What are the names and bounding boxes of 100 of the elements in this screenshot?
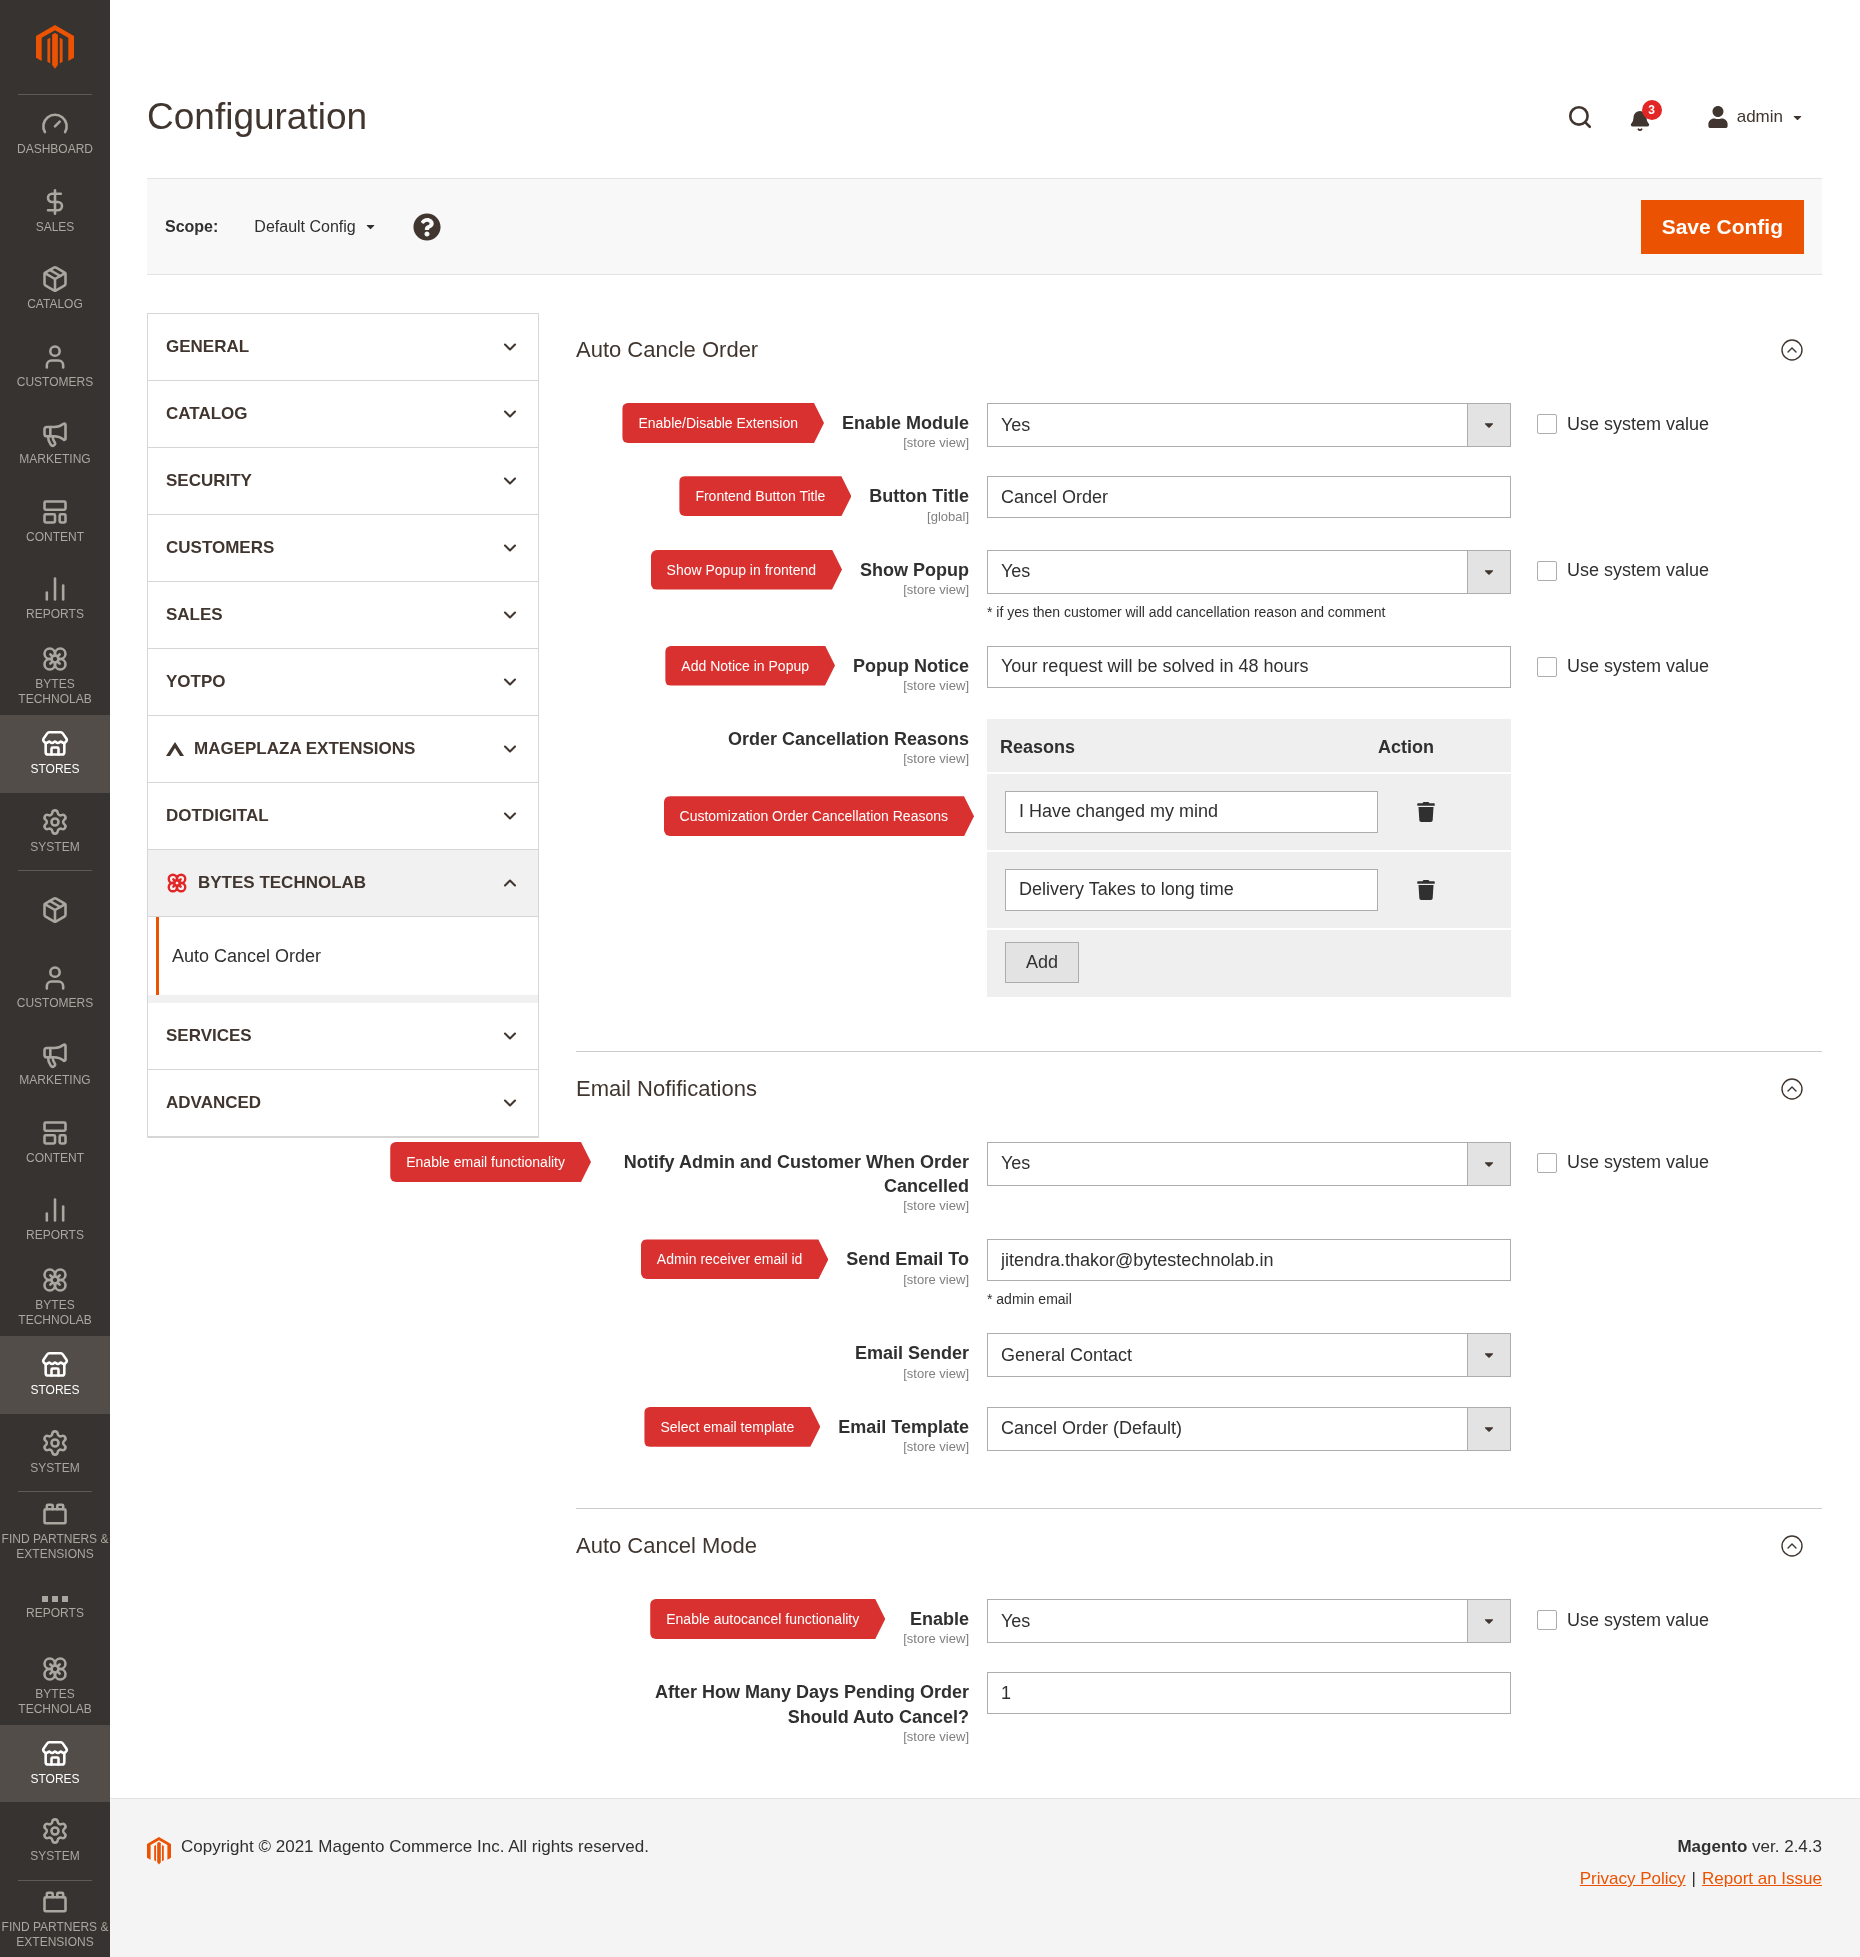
select-field[interactable]: Yes	[987, 549, 1511, 594]
checkbox-label: Use system value	[1567, 560, 1710, 582]
flower-icon	[166, 872, 188, 894]
sidebar-item[interactable]: CUSTOMERS	[0, 327, 110, 405]
checkbox[interactable]	[1537, 656, 1557, 677]
checkbox[interactable]	[1537, 414, 1557, 434]
text-field[interactable]: jitendra.thakor@bytestechnolab.in	[987, 1239, 1511, 1282]
text-field[interactable]: 1	[987, 1672, 1511, 1715]
sidebar-item[interactable]: SYSTEM	[0, 1413, 110, 1491]
separator-text: |	[1691, 1868, 1696, 1889]
sidebar-item[interactable]: SYSTEM	[0, 792, 110, 870]
sidebar-item[interactable]: BYTES TECHNOLAB	[0, 637, 110, 715]
field-label: Email Template	[838, 1415, 969, 1439]
field-label: After How Many Days Pending Order Should Auto Cancel?	[653, 1681, 969, 1729]
select-field[interactable]: General Contact	[987, 1333, 1511, 1378]
megaphone-icon	[41, 1041, 69, 1070]
sidebar-item[interactable]: CATALOG	[0, 250, 110, 328]
checkbox[interactable]	[1537, 1152, 1557, 1173]
box-icon	[41, 265, 69, 294]
megaphone-icon	[41, 420, 69, 449]
scope-label: [store view]	[903, 1439, 969, 1455]
notification-count: 3	[1641, 100, 1662, 120]
sidebar-item[interactable]: MARKETING	[0, 1026, 110, 1104]
collapse-button[interactable]	[1780, 1534, 1804, 1559]
checkbox[interactable]	[1537, 1610, 1557, 1631]
sidebar-item[interactable]: BYTES TECHNOLAB	[0, 1647, 110, 1725]
scope-label: [store view]	[903, 435, 969, 451]
select-field[interactable]: Cancel Order (Default)	[987, 1406, 1511, 1451]
field-label: Send Email To	[846, 1248, 969, 1272]
text-field[interactable]: Cancel Order	[987, 476, 1511, 519]
user-menu[interactable]: admin	[1700, 105, 1810, 129]
scope-label: [store view]	[903, 677, 969, 693]
sidebar-item[interactable]: STORES	[0, 1336, 110, 1414]
nav-item[interactable]: BYTES TECHNOLAB	[148, 850, 538, 917]
reason-field[interactable]: I Have changed my mind	[1005, 790, 1378, 833]
notifications-button[interactable]: 3	[1628, 100, 1665, 134]
column-header: Action	[1378, 736, 1435, 758]
callout-tag: Select email template	[644, 1406, 821, 1447]
field-label: Show Popup	[860, 558, 969, 582]
scope-label: [store view]	[903, 1271, 969, 1287]
sidebar-item[interactable]: BYTES TECHNOLAB	[0, 1258, 110, 1336]
callout-tag: Customization Order Cancellation Reasons	[663, 796, 974, 837]
column-header: Reasons	[1000, 736, 1077, 758]
trash-icon	[1416, 879, 1436, 900]
sidebar-item[interactable]: DASHBOARD	[0, 95, 110, 173]
callout-tag: Frontend Button Title	[679, 476, 852, 517]
save-button[interactable]: Save Config	[1640, 199, 1804, 254]
sidebar-item[interactable]: STORES	[0, 1724, 110, 1802]
select-field[interactable]: Yes	[987, 1141, 1511, 1186]
collapse-button[interactable]	[1780, 1076, 1804, 1101]
sidebar-item[interactable]: REPORTS	[0, 560, 110, 638]
nav-subitem[interactable]: Auto Cancel Order	[156, 917, 538, 995]
flower-icon	[41, 1654, 69, 1683]
flower-icon	[41, 645, 69, 674]
reason-field[interactable]: Delivery Takes to long time	[1005, 868, 1378, 911]
scope-label: [global]	[927, 508, 969, 524]
sidebar-item[interactable]: CONTENT	[0, 482, 110, 560]
sidebar-item[interactable]: STORES	[0, 715, 110, 793]
field-label: Popup Notice	[853, 654, 969, 678]
select-field[interactable]: Yes	[987, 403, 1511, 447]
callout-tag: Enable/Disable Extension	[622, 403, 824, 443]
checkbox-label: Use system value	[1567, 656, 1710, 678]
delete-button[interactable]	[1416, 879, 1436, 900]
text-field[interactable]: Your request will be solved in 48 hours	[987, 645, 1511, 688]
scope-label: [store view]	[903, 1631, 969, 1647]
scope-label: [store view]	[903, 1728, 969, 1744]
callout-tag: Enable email functionality	[390, 1141, 591, 1182]
settings-icon	[41, 1428, 69, 1457]
scope-label: Scope:	[165, 217, 219, 236]
sidebar-item[interactable]: CONTENT	[0, 1103, 110, 1181]
sidebar-item[interactable]: SYSTEM	[0, 1802, 110, 1880]
callout-tag: Enable autocancel functionality	[650, 1599, 886, 1640]
section-title: Email Nofifications	[576, 1075, 757, 1102]
add-button[interactable]: Add	[1005, 941, 1080, 983]
sidebar-item[interactable]: MARKETING	[0, 405, 110, 483]
sidebar-item[interactable]: CUSTOMERS	[0, 948, 110, 1026]
settings-icon	[41, 807, 69, 836]
delete-button[interactable]	[1416, 801, 1436, 822]
callout-tag: Add Notice in Popup	[665, 645, 835, 686]
checkbox-label: Use system value	[1567, 1152, 1710, 1174]
sidebar-item[interactable]: REPORTS	[0, 1569, 110, 1647]
sidebar-item[interactable]: FIND PARTNERS & EXTENSIONS	[0, 1880, 110, 1957]
logo-icon	[147, 1836, 171, 1865]
sidebar-item[interactable]: FIND PARTNERS & EXTENSIONS	[0, 1492, 110, 1570]
field-label: Email Sender	[854, 1342, 969, 1366]
storefront-icon	[41, 1739, 69, 1768]
field-note: * admin email	[987, 1291, 1073, 1308]
sidebar-item[interactable]: REPORTS	[0, 1181, 110, 1259]
flower-icon	[41, 1266, 69, 1295]
collapse-button[interactable]	[1780, 338, 1804, 362]
scope-label: [store view]	[903, 751, 969, 767]
search-button[interactable]	[1566, 104, 1593, 130]
select-field[interactable]: Yes	[987, 1599, 1511, 1644]
squares-icon	[42, 1595, 68, 1602]
section-title: Auto Cancle Order	[576, 337, 759, 363]
sidebar-item[interactable]: SALES	[0, 172, 110, 250]
scope-dropdown[interactable]: Default Config	[248, 216, 383, 237]
field-note: * if yes then customer will add cancellation reason and comment	[987, 603, 1387, 620]
help-icon[interactable]	[412, 212, 441, 241]
checkbox[interactable]	[1537, 560, 1557, 581]
